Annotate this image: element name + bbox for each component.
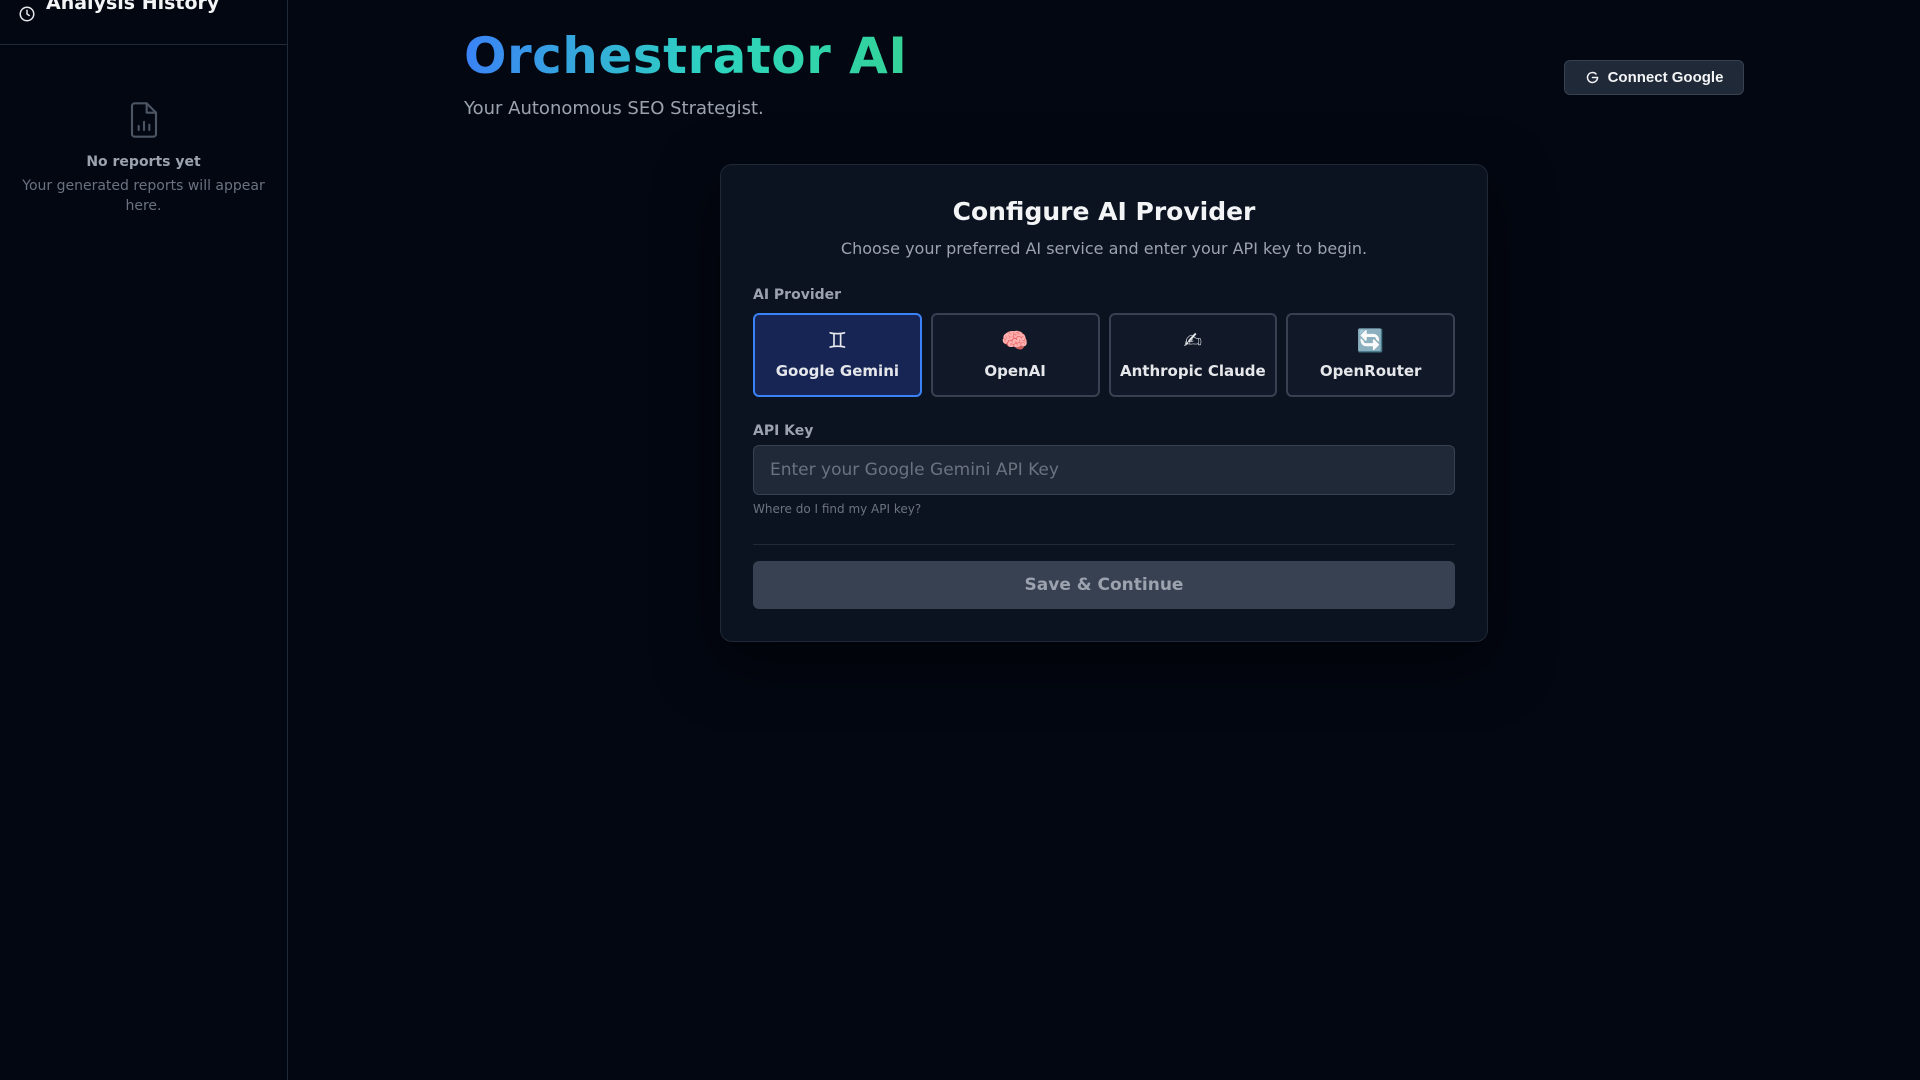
provider-google-gemini[interactable]: ♊ Google Gemini <box>753 313 922 397</box>
provider-label-text: Anthropic Claude <box>1120 362 1266 380</box>
save-continue-button[interactable]: Save & Continue <box>753 561 1455 609</box>
report-file-icon <box>130 102 157 138</box>
connect-google-label: Connect Google <box>1607 69 1724 86</box>
api-key-label: API Key <box>753 423 814 439</box>
configure-card: Configure AI Provider Choose your prefer… <box>720 164 1488 642</box>
brand-title: Orchestrator AI <box>464 27 908 85</box>
empty-state: No reports yet Your generated reports wi… <box>0 102 287 216</box>
api-key-input[interactable] <box>753 445 1455 495</box>
writing-hand-icon: ✍ <box>1183 329 1203 354</box>
provider-options: ♊ Google Gemini 🧠 OpenAI ✍ Anthropic Cla… <box>753 313 1455 397</box>
sidebar: Analysis History No reports yet Your gen… <box>0 0 288 1080</box>
provider-openai[interactable]: 🧠 OpenAI <box>930 313 1100 397</box>
tagline: Your Autonomous SEO Strategist. <box>464 98 764 119</box>
brain-icon: 🧠 <box>1001 329 1029 354</box>
card-title: Configure AI Provider <box>952 197 1256 226</box>
empty-subtitle: Your generated reports will appear here. <box>22 178 265 214</box>
api-key-help-link[interactable]: Where do I find my API key? <box>753 502 921 516</box>
connect-google-button[interactable]: Connect Google <box>1564 60 1744 95</box>
provider-openrouter[interactable]: 🔄 OpenRouter <box>1286 313 1455 397</box>
provider-label: AI Provider <box>753 287 842 303</box>
refresh-icon: 🔄 <box>1356 329 1385 354</box>
provider-label-text: OpenAI <box>984 362 1046 380</box>
sidebar-title: Analysis History <box>46 0 220 14</box>
provider-label-text: OpenRouter <box>1319 362 1422 380</box>
card-subtitle: Choose your preferred AI service and ent… <box>840 239 1368 258</box>
divider <box>753 544 1455 545</box>
provider-label-text: Google Gemini <box>775 362 900 380</box>
clock-icon <box>19 6 35 22</box>
sidebar-header: Analysis History <box>0 0 287 45</box>
gemini-icon: ♊ <box>827 329 848 354</box>
provider-anthropic-claude[interactable]: ✍ Anthropic Claude <box>1108 313 1278 397</box>
empty-title: No reports yet <box>86 154 201 170</box>
google-g-icon <box>1586 71 1598 84</box>
